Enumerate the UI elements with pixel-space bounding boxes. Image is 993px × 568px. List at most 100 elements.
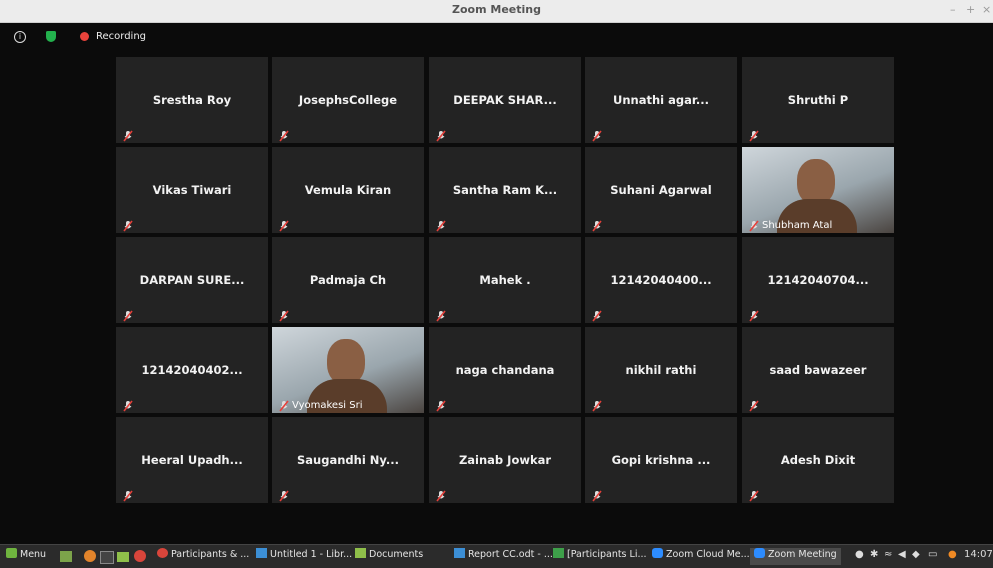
task-participants[interactable]: Participants & ... — [157, 548, 249, 565]
participant-tile[interactable]: Adesh Dixit — [742, 417, 894, 503]
terminal-icon[interactable] — [100, 551, 114, 564]
volume-icon[interactable]: ◀ — [898, 549, 906, 560]
participant-tile[interactable]: 12142040402... — [116, 327, 268, 413]
mic-muted-icon — [436, 397, 446, 412]
chrome-icon — [157, 548, 168, 558]
participant-tile[interactable]: Santha Ram K... — [429, 147, 581, 233]
participant-name: Mahek . — [479, 273, 531, 287]
mic-muted-icon — [749, 127, 759, 142]
recording-label: Recording — [96, 31, 147, 42]
user-icon[interactable]: ● — [855, 549, 864, 560]
participant-tile[interactable]: DARPAN SURE... — [116, 237, 268, 323]
task-writer-untitled[interactable]: Untitled 1 - Libr... — [256, 548, 352, 565]
participant-tile[interactable]: Srestha Roy — [116, 57, 268, 143]
participant-tile[interactable]: Suhani Agarwal — [585, 147, 737, 233]
taskbar: Menu Participants & ... Untitled 1 - Lib… — [0, 544, 993, 568]
task-zoom-cloud[interactable]: Zoom Cloud Me... — [652, 548, 750, 565]
mic-muted-icon — [123, 127, 133, 142]
participant-tile[interactable]: Zainab Jowkar — [429, 417, 581, 503]
writer-icon — [454, 548, 465, 558]
participant-tile[interactable]: Heeral Upadh... — [116, 417, 268, 503]
participant-name: Suhani Agarwal — [610, 183, 712, 197]
participant-name: Vemula Kiran — [304, 183, 392, 197]
participant-tile[interactable]: Vikas Tiwari — [116, 147, 268, 233]
minimize-button[interactable]: – — [950, 3, 956, 16]
mic-muted-icon — [123, 487, 133, 502]
maximize-button[interactable]: + — [966, 3, 975, 16]
chrome-icon[interactable] — [134, 550, 146, 562]
close-button[interactable]: × — [982, 3, 991, 16]
start-menu-button[interactable]: Menu — [6, 548, 46, 565]
participant-name: Santha Ram K... — [452, 183, 558, 197]
mic-muted-icon — [123, 307, 133, 322]
mic-muted-icon — [279, 307, 289, 322]
participant-name: Heeral Upadh... — [141, 453, 243, 467]
clock: 14:07 — [964, 549, 993, 560]
participant-tile[interactable]: Shruthi P — [742, 57, 894, 143]
participant-name: 12142040402... — [141, 363, 243, 377]
window-titlebar: Zoom Meeting – + × — [0, 0, 993, 23]
participant-name: Vikas Tiwari — [152, 183, 232, 197]
participant-tile[interactable]: 12142040400... — [585, 237, 737, 323]
mic-muted-icon — [279, 127, 289, 142]
mic-muted-icon — [592, 127, 602, 142]
update-icon[interactable]: ● — [948, 549, 957, 560]
wifi-icon[interactable]: ≈ — [884, 549, 892, 560]
keyboard-icon[interactable]: ▭ — [928, 549, 937, 560]
mic-muted-icon — [436, 487, 446, 502]
recording-icon — [80, 32, 89, 41]
mic-muted-icon — [749, 307, 759, 322]
mic-muted-icon — [436, 307, 446, 322]
participant-tile[interactable]: Mahek . — [429, 237, 581, 323]
participant-name: Adesh Dixit — [780, 453, 856, 467]
participant-name: Vyomakesi Sri — [292, 400, 363, 411]
participant-tile[interactable]: Padmaja Ch — [272, 237, 424, 323]
info-icon[interactable]: i — [14, 31, 26, 43]
show-desktop-icon[interactable] — [60, 551, 72, 562]
participant-name: Saugandhi Ny... — [297, 453, 399, 467]
participant-name: nikhil rathi — [625, 363, 697, 377]
participant-name: Shubham Atal — [762, 220, 833, 231]
calc-icon — [553, 548, 564, 558]
participant-tile[interactable]: Vyomakesi Sri — [272, 327, 424, 413]
mic-muted-icon — [592, 307, 602, 322]
shield-tray-icon[interactable]: ◆ — [912, 549, 920, 560]
participant-tile[interactable]: 12142040704... — [742, 237, 894, 323]
participant-name: JosephsCollege — [298, 93, 398, 107]
task-zoom-meeting[interactable]: Zoom Meeting — [750, 548, 841, 565]
participant-tile[interactable]: Unnathi agar... — [585, 57, 737, 143]
participant-tile[interactable]: Shubham Atal — [742, 147, 894, 233]
participant-tile[interactable]: nikhil rathi — [585, 327, 737, 413]
task-documents[interactable]: Documents — [355, 548, 423, 565]
mic-muted-icon — [436, 217, 446, 232]
participant-tile[interactable]: Saugandhi Ny... — [272, 417, 424, 503]
mic-muted-icon — [436, 127, 446, 142]
participant-name: Shruthi P — [787, 93, 849, 107]
participant-tile[interactable]: naga chandana — [429, 327, 581, 413]
participant-tile[interactable]: Gopi krishna ... — [585, 417, 737, 503]
participant-tile[interactable]: DEEPAK SHAR... — [429, 57, 581, 143]
participant-name: 12142040400... — [610, 273, 712, 287]
participant-tile[interactable]: JosephsCollege — [272, 57, 424, 143]
zoom-icon — [652, 548, 663, 558]
writer-icon — [256, 548, 267, 558]
mic-muted-icon — [123, 217, 133, 232]
meeting-topbar: i Recording — [0, 22, 993, 52]
bluetooth-icon[interactable]: ✱ — [870, 549, 878, 560]
security-shield-icon[interactable] — [46, 31, 56, 42]
task-participants-list[interactable]: [Participants Li... — [553, 548, 647, 565]
participant-name: Unnathi agar... — [613, 93, 709, 107]
participant-tile[interactable]: saad bawazeer — [742, 327, 894, 413]
participant-name: Padmaja Ch — [309, 273, 387, 287]
task-report[interactable]: Report CC.odt - ... — [454, 548, 553, 565]
mic-muted-icon — [592, 217, 602, 232]
participant-name: Gopi krishna ... — [611, 453, 711, 467]
participant-name: Zainab Jowkar — [458, 453, 552, 467]
mic-muted-icon — [123, 397, 133, 412]
zoom-icon — [754, 548, 765, 558]
window-title: Zoom Meeting — [452, 3, 541, 16]
mic-muted-icon — [279, 487, 289, 502]
files-icon[interactable] — [117, 552, 129, 562]
firefox-icon[interactable] — [84, 550, 96, 562]
participant-tile[interactable]: Vemula Kiran — [272, 147, 424, 233]
